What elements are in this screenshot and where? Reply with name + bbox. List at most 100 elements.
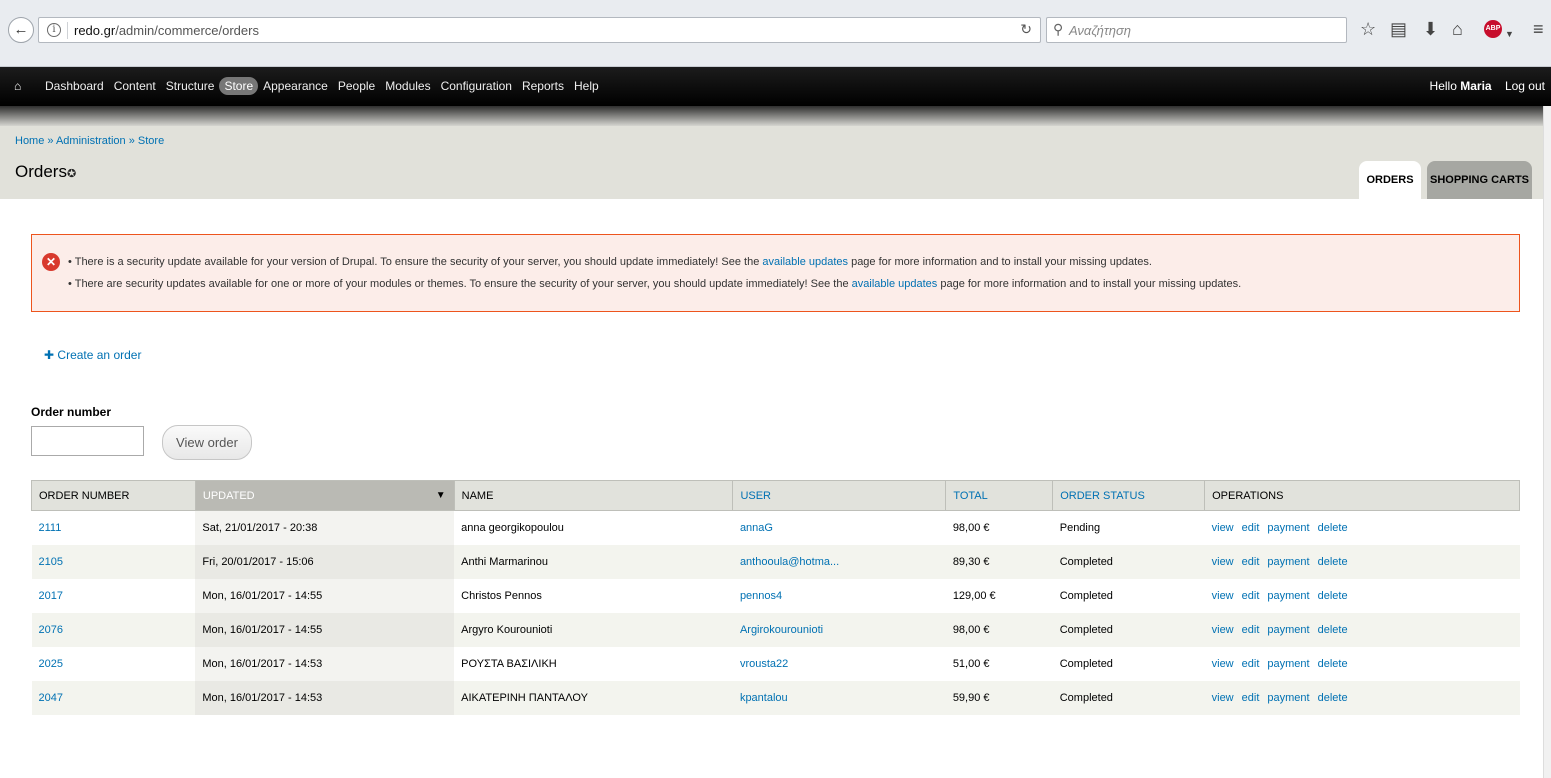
toolbar-item-modules[interactable]: Modules [380,77,435,95]
updated-cell: Sat, 21/01/2017 - 20:38 [195,510,455,545]
order-number-link[interactable]: 2047 [39,692,63,704]
user-link[interactable]: pennos4 [740,590,782,602]
edit-link[interactable]: edit [1242,624,1260,636]
gear-icon[interactable]: ✪ [67,167,76,180]
status-cell: Completed [1059,657,1113,670]
edit-link[interactable]: edit [1242,556,1260,568]
toolbar-item-appearance[interactable]: Appearance [258,77,333,95]
logout-link[interactable]: Log out [1505,79,1545,93]
view-order-button[interactable]: View order [162,425,252,460]
home-icon[interactable]: ⌂ [1452,19,1463,39]
url-text[interactable]: redo.gr/admin/commerce/orders [74,23,259,38]
user-link[interactable]: kpantalou [740,692,788,704]
view-link[interactable]: view [1212,522,1234,534]
col-user-link[interactable]: USER [740,490,771,502]
available-updates-link[interactable]: available updates [762,256,848,268]
payment-link[interactable]: payment [1267,658,1309,670]
edit-link[interactable]: edit [1242,522,1260,534]
order-number-link[interactable]: 2105 [39,556,63,568]
tab-shopping-carts[interactable]: SHOPPING CARTS [1427,161,1532,199]
col-total-link[interactable]: TOTAL [953,490,987,502]
toolbar-item-dashboard[interactable]: Dashboard [40,77,109,95]
order-number-link[interactable]: 2076 [39,624,63,636]
payment-link[interactable]: payment [1267,522,1309,534]
operations-cell: view edit payment delete [1204,578,1520,613]
breadcrumb[interactable]: Home » Administration » Store [15,135,164,147]
back-arrow-icon[interactable]: ← [8,17,34,43]
updated-cell: Mon, 16/01/2017 - 14:55 [202,623,323,636]
chevron-down-icon[interactable]: ▼ [1505,24,1514,44]
address-bar[interactable]: i redo.gr/admin/commerce/orders ↻ [38,17,1041,43]
order-number-cell: 2025 [31,646,196,681]
col-order-status[interactable]: ORDER STATUS [1052,480,1206,511]
col-updated[interactable]: UPDATED ▼ [194,480,455,511]
name-cell: Anthi Marmarinou [461,555,548,568]
edit-link[interactable]: edit [1242,590,1260,602]
view-link[interactable]: view [1212,624,1234,636]
order-number-link[interactable]: 2025 [39,658,63,670]
user-link[interactable]: vrousta22 [740,658,788,670]
user-name-link[interactable]: Maria [1460,79,1491,93]
tab-orders[interactable]: ORDERS [1359,161,1421,199]
payment-link[interactable]: payment [1267,692,1309,704]
page-scrollbar[interactable] [1543,106,1551,778]
delete-link[interactable]: delete [1318,522,1348,534]
bookmark-star-icon[interactable]: ☆ [1360,19,1376,39]
name-cell: ΡΟΥΣΤΑ ΒΑΣΙΛΙΚΗ [454,646,733,681]
browser-search-input[interactable]: ⚲ Αναζήτηση [1046,17,1347,43]
info-icon[interactable]: i [47,23,61,37]
view-link[interactable]: view [1212,692,1234,704]
available-updates-link[interactable]: available updates [852,278,938,290]
order-number-input[interactable] [31,426,144,456]
toolbar-item-configuration[interactable]: Configuration [436,77,517,95]
toolbar-item-people[interactable]: People [333,77,380,95]
toolbar-item-store[interactable]: Store [219,77,259,95]
payment-link[interactable]: payment [1267,590,1309,602]
table-row: 2105 Fri, 20/01/2017 - 15:06 Anthi Marmari… [31,544,1520,579]
toolbar-item-content[interactable]: Content [109,77,161,95]
toolbar-home-icon[interactable]: ⌂ [14,79,21,93]
col-updated-link[interactable]: UPDATED [203,490,255,502]
create-order-link[interactable]: ✚ Create an order [44,348,141,362]
total-cell: 129,00 € [945,578,1053,613]
delete-link[interactable]: delete [1318,624,1348,636]
view-link[interactable]: view [1212,556,1234,568]
download-icon[interactable]: ⬇ [1423,19,1438,39]
name-cell: ΑΙΚΑΤΕΡΙΝΗ ΠΑΝΤΑΛΟΥ [454,680,733,715]
user-link[interactable]: anthooula@hotma... [740,556,839,568]
status-cell: Completed [1052,680,1205,715]
payment-link[interactable]: payment [1267,624,1309,636]
reading-list-icon[interactable]: ▤ [1390,19,1407,39]
name-cell: Anthi Marmarinou [454,544,733,579]
adblock-icon[interactable]: ABP [1484,20,1502,38]
admin-toolbar: ⌂ Dashboard Content Structure Store Appearan… [0,67,1551,106]
payment-link[interactable]: payment [1267,556,1309,568]
delete-link[interactable]: delete [1318,556,1348,568]
view-link[interactable]: view [1212,658,1234,670]
toolbar-item-help[interactable]: Help [569,77,604,95]
col-total[interactable]: TOTAL [945,480,1054,511]
hamburger-menu-icon[interactable]: ≡ [1533,19,1544,39]
create-order-label: Create an order [57,348,142,362]
status-cell: Completed [1052,544,1205,579]
user-link[interactable]: Argirokourounioti [740,624,823,636]
edit-link[interactable]: edit [1242,692,1260,704]
col-status-link[interactable]: ORDER STATUS [1060,490,1145,502]
view-link[interactable]: view [1212,590,1234,602]
updated-cell: Mon, 16/01/2017 - 14:55 [195,612,455,647]
toolbar-item-structure[interactable]: Structure [161,77,220,95]
user-cell: kpantalou [732,680,946,715]
user-cell: Argirokourounioti [732,612,946,647]
edit-link[interactable]: edit [1242,658,1260,670]
updated-cell: Fri, 20/01/2017 - 15:06 [202,555,314,568]
user-link[interactable]: annaG [740,522,773,534]
delete-link[interactable]: delete [1318,590,1348,602]
reload-icon[interactable]: ↻ [1020,21,1032,38]
col-user[interactable]: USER [732,480,947,511]
order-number-cell: 2105 [31,544,196,579]
delete-link[interactable]: delete [1318,658,1348,670]
order-number-link[interactable]: 2017 [39,590,63,602]
delete-link[interactable]: delete [1318,692,1348,704]
toolbar-item-reports[interactable]: Reports [517,77,569,95]
order-number-link[interactable]: 2111 [39,522,62,534]
